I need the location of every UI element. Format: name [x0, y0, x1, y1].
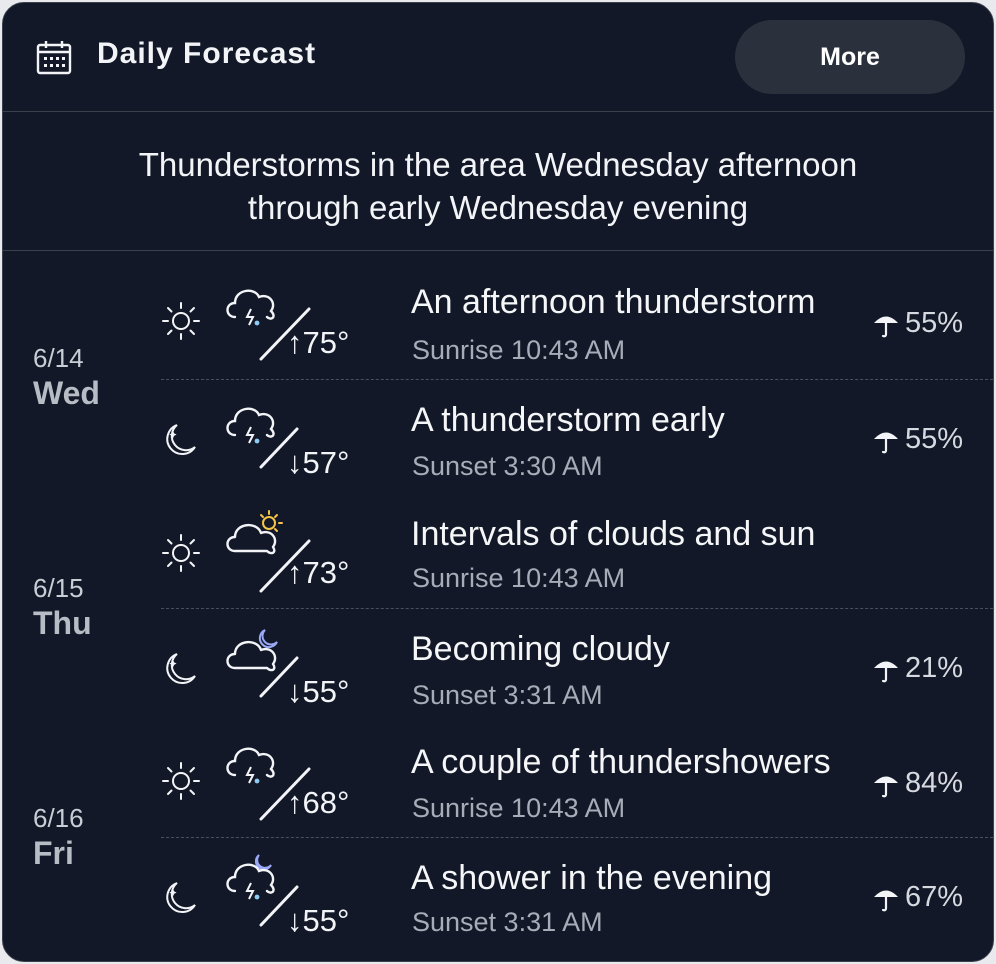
umbrella-icon — [873, 890, 898, 911]
sun-time: Sunrise 10:43 AM — [412, 335, 626, 365]
temp-value: 73° — [302, 555, 350, 590]
moon-icon — [166, 424, 196, 456]
umbrella-icon — [873, 661, 898, 682]
summary-line-1: Thunderstorms in the area Wednesday afte… — [138, 146, 858, 183]
temp-arrow: ↑ — [287, 325, 303, 360]
temp-value: 55° — [302, 903, 350, 938]
forecast-description: An afternoon thunderstorm — [411, 283, 816, 321]
forecast-row[interactable]: ↑75° An afternoon thunderstorm Sunrise 1… — [3, 265, 993, 381]
temperature: ↓55° — [287, 903, 349, 939]
moon-icon — [166, 882, 196, 914]
forecast-row[interactable]: ↑68° A couple of thundershowers Sunrise … — [3, 725, 993, 841]
temperature: ↑73° — [287, 555, 349, 591]
summary-line-2: through early Wednesday evening — [247, 189, 749, 226]
precip-chance: 84% — [871, 767, 963, 800]
temp-value: 75° — [302, 325, 350, 360]
temp-value: 68° — [302, 785, 350, 820]
forecast-summary: Thunderstorms in the area Wednesday afte… — [3, 143, 993, 229]
temp-arrow: ↑ — [287, 555, 303, 590]
umbrella-icon — [873, 776, 898, 797]
precip-value: 55% — [904, 423, 963, 455]
precip-value: 67% — [904, 881, 963, 913]
temp-value: 57° — [302, 445, 350, 480]
precip-chance: 55% — [871, 307, 963, 340]
summary-divider — [3, 250, 993, 251]
sun-time: Sunset 3:31 AM — [412, 907, 603, 937]
moon-icon — [166, 653, 196, 685]
temp-arrow: ↑ — [287, 785, 303, 820]
precip-value: 55% — [904, 307, 963, 339]
row-divider — [161, 837, 993, 838]
umbrella-icon — [873, 316, 898, 337]
umbrella-icon — [873, 432, 898, 453]
row-divider — [161, 608, 993, 609]
temp-arrow: ↓ — [287, 674, 303, 709]
forecast-row[interactable]: ↓55° Becoming cloudy Sunset 3:31 AM 21% — [3, 610, 993, 726]
more-button[interactable]: More — [735, 20, 965, 94]
precip-value: 21% — [904, 652, 963, 684]
header-divider — [3, 111, 993, 112]
sun-time: Sunrise 10:43 AM — [412, 793, 626, 823]
precip-chance: 67% — [871, 881, 963, 914]
precip-value: 84% — [904, 767, 963, 799]
temperature: ↓57° — [287, 445, 349, 481]
temperature: ↓55° — [287, 674, 349, 710]
sun-time: Sunrise 10:43 AM — [412, 563, 626, 593]
precip-chance: 21% — [871, 652, 963, 685]
forecast-row[interactable]: ↑73° Intervals of clouds and sun Sunrise… — [3, 497, 993, 613]
forecast-description: Intervals of clouds and sun — [411, 515, 816, 553]
temperature: ↑68° — [287, 785, 349, 821]
forecast-description: A thunderstorm early — [411, 401, 725, 439]
sun-time: Sunset 3:31 AM — [412, 680, 603, 710]
forecast-row[interactable]: ↓57° A thunderstorm early Sunset 3:30 AM… — [3, 381, 993, 497]
sun-icon — [162, 534, 200, 572]
calendar-icon — [36, 41, 72, 75]
forecast-description: A couple of thundershowers — [411, 743, 831, 781]
card-title: Daily Forecast — [97, 37, 317, 70]
forecast-description: Becoming cloudy — [411, 630, 670, 668]
daily-forecast-card: Daily Forecast More Thunderstorms in the… — [2, 2, 994, 962]
sun-icon — [162, 762, 200, 800]
card-header: Daily Forecast More — [3, 3, 993, 113]
precip-chance: 55% — [871, 423, 963, 456]
sun-icon — [162, 302, 200, 340]
temp-arrow: ↓ — [287, 903, 303, 938]
forecast-description: A shower in the evening — [411, 859, 773, 897]
temp-arrow: ↓ — [287, 445, 303, 480]
row-divider — [161, 379, 993, 380]
temp-value: 55° — [302, 674, 350, 709]
sun-time: Sunset 3:30 AM — [412, 451, 603, 481]
temperature: ↑75° — [287, 325, 349, 361]
forecast-row[interactable]: ↓55° A shower in the evening Sunset 3:31… — [3, 839, 993, 955]
